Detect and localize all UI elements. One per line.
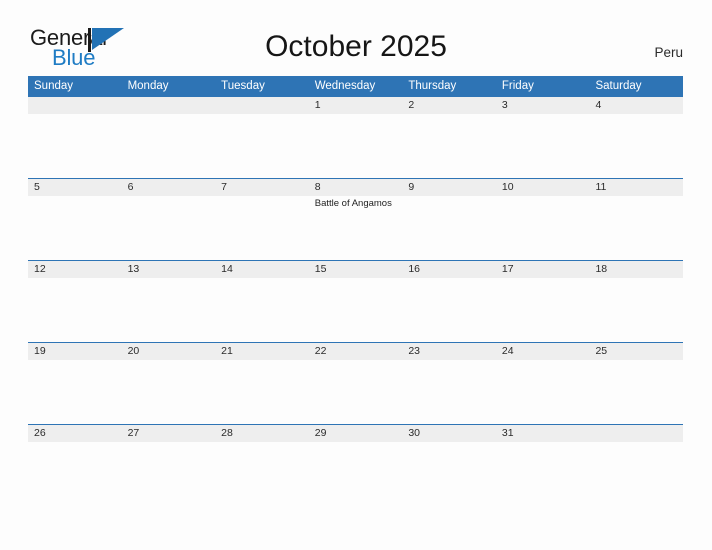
calendar-week-cells: 26 27 28 29 30 31 [28, 425, 683, 506]
day-number: 1 [314, 99, 321, 111]
calendar-week-cells: 19 20 21 22 23 24 25 [28, 343, 683, 424]
page-title: October 2025 [265, 30, 447, 63]
day-number: 4 [595, 99, 602, 111]
page-header: General Blue October 2025 Peru [0, 0, 712, 76]
calendar-day-cell[interactable]: 29 [309, 425, 403, 506]
calendar-day-cell[interactable]: 17 [496, 261, 590, 342]
day-number: 20 [127, 345, 140, 357]
region-label: Peru [654, 45, 683, 60]
day-number: 17 [501, 263, 514, 275]
calendar-day-cell[interactable]: 1 [309, 97, 403, 178]
day-number: 26 [34, 427, 46, 439]
day-events: Battle of Angamos [315, 196, 403, 210]
calendar-day-cell[interactable]: 8 Battle of Angamos [309, 179, 403, 260]
calendar-day-cell[interactable]: 21 [215, 343, 309, 424]
calendar-day-cell[interactable] [589, 425, 683, 506]
day-number: 21 [221, 345, 233, 357]
calendar-day-cell[interactable]: 20 [122, 343, 216, 424]
day-number: 23 [408, 345, 420, 357]
calendar-week-row: 19 20 21 22 23 24 25 [28, 342, 683, 424]
weekday-header-thursday: Thursday [408, 80, 457, 92]
day-number: 11 [595, 181, 607, 193]
calendar-day-cell[interactable]: 24 [496, 343, 590, 424]
calendar-day-cell[interactable]: 30 [402, 425, 496, 506]
day-number: 29 [314, 427, 327, 439]
calendar-week-cells: 1 2 3 4 [28, 97, 683, 178]
calendar-week-row: 5 6 7 8 Battle of Angamos 9 10 11 [28, 178, 683, 260]
calendar-day-cell[interactable]: 19 [28, 343, 122, 424]
calendar-week-row: 1 2 3 4 [28, 97, 683, 178]
day-number: 19 [34, 345, 46, 357]
day-number: 14 [221, 263, 233, 275]
calendar-day-cell[interactable] [122, 97, 216, 178]
day-number: 8 [314, 181, 321, 193]
calendar-day-cell[interactable]: 31 [496, 425, 590, 506]
calendar-day-cell[interactable]: 14 [215, 261, 309, 342]
calendar-day-cell[interactable]: 12 [28, 261, 122, 342]
day-number: 10 [501, 181, 514, 193]
day-number: 3 [501, 99, 508, 111]
calendar-day-cell[interactable]: 6 [122, 179, 216, 260]
calendar-day-cell[interactable]: 28 [215, 425, 309, 506]
weekday-header-sunday: Sunday [34, 80, 74, 92]
day-number: 7 [221, 181, 227, 193]
calendar-day-cell[interactable]: 23 [402, 343, 496, 424]
day-number: 15 [314, 263, 327, 275]
day-number: 16 [408, 263, 420, 275]
day-number: 22 [314, 345, 327, 357]
calendar-weeks: 1 2 3 4 5 6 7 8 Battle of Angamos 9 10 11 12 13 14 15 16… [28, 97, 683, 506]
calendar-day-cell[interactable]: 3 [496, 97, 590, 178]
day-number: 6 [127, 181, 134, 193]
calendar-day-cell[interactable]: 15 [309, 261, 403, 342]
day-number: 31 [501, 427, 514, 439]
calendar-day-cell[interactable]: 4 [589, 97, 683, 178]
day-number: 2 [408, 99, 415, 111]
weekday-header-monday: Monday [127, 80, 169, 92]
day-number: 5 [34, 181, 40, 193]
calendar-day-cell[interactable]: 27 [122, 425, 216, 506]
calendar-day-cell[interactable] [215, 97, 309, 178]
calendar-day-cell[interactable]: 7 [215, 179, 309, 260]
calendar-day-cell[interactable]: 18 [589, 261, 683, 342]
calendar-week-cells: 5 6 7 8 Battle of Angamos 9 10 11 [28, 179, 683, 260]
calendar-day-cell[interactable]: 5 [28, 179, 122, 260]
calendar-day-cell[interactable]: 16 [402, 261, 496, 342]
calendar-day-cell[interactable]: 22 [309, 343, 403, 424]
weekday-header-saturday: Saturday [595, 80, 642, 92]
calendar-week-cells: 12 13 14 15 16 17 18 [28, 261, 683, 342]
calendar-day-cell[interactable] [28, 97, 122, 178]
day-number: 30 [408, 427, 420, 439]
weekday-header-wednesday: Wednesday [314, 80, 376, 92]
day-number: 27 [127, 427, 140, 439]
day-number: 25 [595, 345, 608, 357]
calendar-table: Sunday Monday Tuesday Wednesday Thursday… [28, 76, 683, 506]
calendar-event[interactable]: Battle of Angamos [315, 198, 403, 210]
day-number: 18 [595, 263, 608, 275]
calendar-day-cell[interactable]: 25 [589, 343, 683, 424]
calendar-day-cell[interactable]: 9 [402, 179, 496, 260]
calendar-week-row: 12 13 14 15 16 17 18 [28, 260, 683, 342]
calendar-day-cell[interactable]: 10 [496, 179, 590, 260]
calendar-week-row: 26 27 28 29 30 31 [28, 424, 683, 506]
day-number: 12 [34, 263, 46, 275]
day-number: 24 [501, 345, 514, 357]
day-number: 13 [127, 263, 140, 275]
calendar-day-cell[interactable]: 26 [28, 425, 122, 506]
calendar-day-cell[interactable]: 13 [122, 261, 216, 342]
weekday-header-friday: Friday [501, 80, 534, 92]
calendar-day-cell[interactable]: 11 [589, 179, 683, 260]
calendar-day-cell[interactable]: 2 [402, 97, 496, 178]
weekday-header-row: Sunday Monday Tuesday Wednesday Thursday… [28, 76, 683, 97]
day-number: 28 [221, 427, 233, 439]
day-number: 9 [408, 181, 415, 193]
weekday-header-tuesday: Tuesday [221, 80, 265, 92]
